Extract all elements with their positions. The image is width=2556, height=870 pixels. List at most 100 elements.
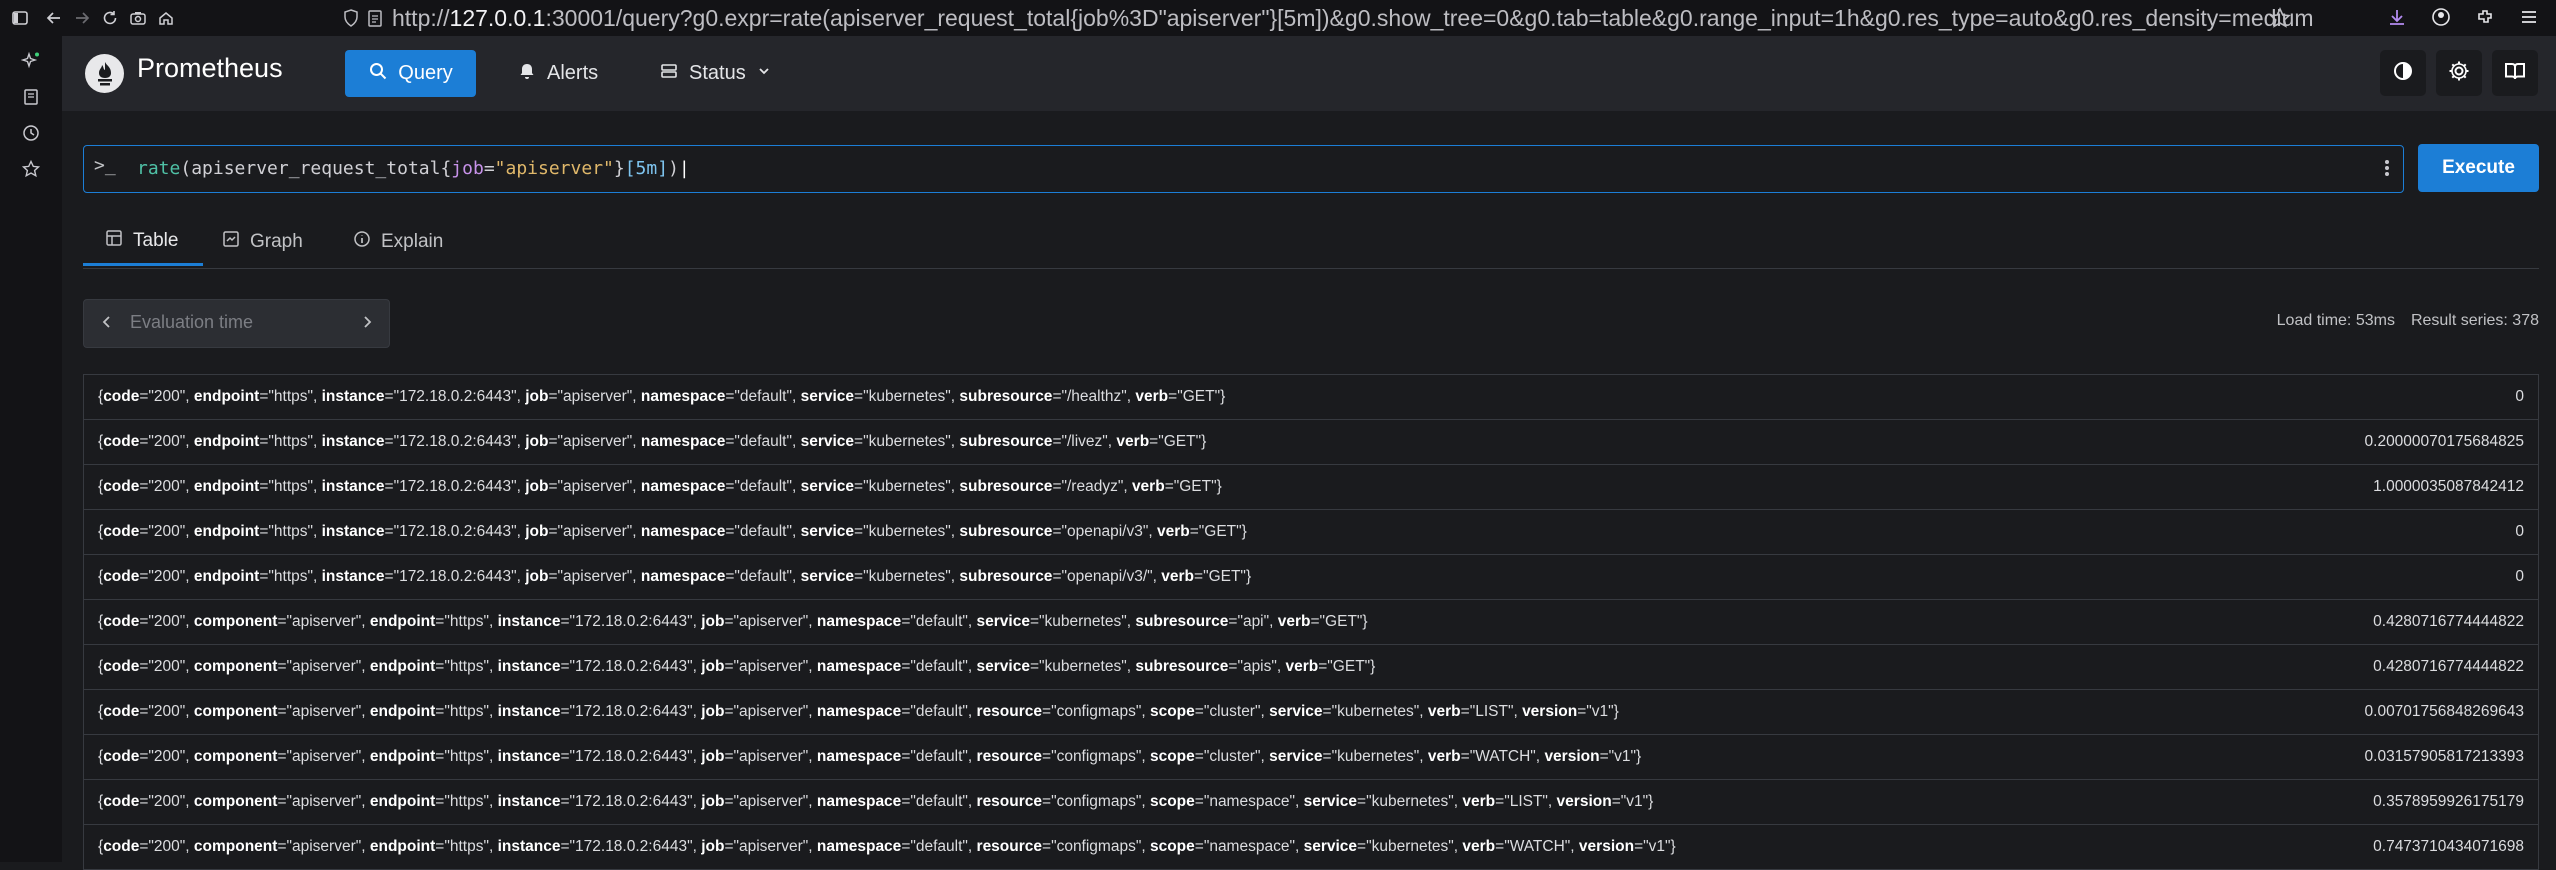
- label-name: verb: [1131, 478, 1165, 495]
- expr-label-name: job: [451, 158, 484, 179]
- series-labels: {code="200", endpoint="https", instance=…: [98, 568, 1252, 585]
- label-name: component: [193, 748, 278, 765]
- label-name: instance: [497, 658, 561, 675]
- app-brand[interactable]: Prometheus: [137, 53, 283, 84]
- label-value: ="apiserver",: [724, 613, 817, 630]
- label-name: job: [701, 838, 725, 855]
- home-icon[interactable]: [156, 8, 176, 28]
- expression-code[interactable]: rate(apiserver_request_total{job="apiser…: [137, 158, 690, 179]
- expr-eq: =: [483, 158, 495, 179]
- label-name: verb: [1161, 568, 1195, 585]
- sample-value: 0: [2515, 568, 2524, 585]
- label-name: endpoint: [193, 478, 260, 495]
- label-name: job: [701, 748, 725, 765]
- results-table: {code="200", endpoint="https", instance=…: [83, 374, 2539, 870]
- label-value: ="https",: [259, 478, 322, 495]
- label-name: service: [976, 658, 1030, 675]
- label-name: job: [525, 388, 549, 405]
- result-series-count: Result series: 378: [2410, 312, 2539, 329]
- download-icon[interactable]: [2386, 6, 2408, 28]
- label-name: instance: [497, 613, 561, 630]
- load-time: Load time: 53ms: [2276, 312, 2395, 329]
- label-value: ="default",: [725, 388, 801, 405]
- shield-icon[interactable]: [343, 8, 359, 33]
- address-bar[interactable]: http://127.0.0.1:30001/query?g0.expr=rat…: [392, 0, 2382, 36]
- label-name: code: [103, 658, 140, 675]
- label-value: ="172.18.0.2:6443",: [560, 748, 702, 765]
- label-value: ="openapi/v3",: [1052, 523, 1157, 540]
- tab-table[interactable]: Table: [83, 218, 203, 266]
- settings-button[interactable]: [2436, 50, 2482, 96]
- label-name: endpoint: [193, 388, 260, 405]
- label-name: instance: [321, 523, 385, 540]
- chevron-left-icon[interactable]: [100, 313, 114, 336]
- url-rest: :30001/query?g0.expr=rate(apiserver_requ…: [545, 4, 2314, 31]
- label-name: namespace: [816, 793, 902, 810]
- label-value: ="172.18.0.2:6443",: [560, 703, 702, 720]
- tab-explain[interactable]: Explain: [353, 218, 443, 266]
- label-name: endpoint: [369, 658, 436, 675]
- prometheus-logo-icon[interactable]: [85, 54, 124, 93]
- ai-sparkle-icon[interactable]: [20, 50, 42, 72]
- kebab-menu-icon[interactable]: [2383, 157, 2391, 184]
- label-value: ="172.18.0.2:6443",: [384, 568, 526, 585]
- tab-graph[interactable]: Graph: [222, 218, 303, 266]
- expression-input[interactable]: >_ rate(apiserver_request_total{job="api…: [83, 145, 2404, 193]
- evaluation-time-input[interactable]: Evaluation time: [130, 312, 253, 333]
- label-value: ="kubernetes",: [854, 523, 960, 540]
- label-value: ="default",: [725, 568, 801, 585]
- label-value: ="https",: [259, 568, 322, 585]
- account-icon[interactable]: [2430, 6, 2452, 28]
- label-name: verb: [1156, 523, 1190, 540]
- theme-toggle-button[interactable]: [2380, 50, 2426, 96]
- label-name: component: [193, 838, 278, 855]
- label-name: service: [1303, 838, 1358, 855]
- terminal-prompt-icon: >_: [94, 155, 116, 176]
- reload-icon[interactable]: [100, 8, 120, 28]
- chevron-down-icon: [756, 62, 772, 85]
- contrast-icon: [2392, 60, 2414, 87]
- label-name: resource: [976, 703, 1043, 720]
- label-value: ="https",: [435, 613, 498, 630]
- label-name: endpoint: [193, 568, 260, 585]
- nav-status-button[interactable]: Status: [659, 50, 772, 97]
- sidebar-toggle-icon[interactable]: [10, 8, 30, 28]
- history-icon[interactable]: [20, 122, 42, 144]
- label-name: instance: [321, 568, 385, 585]
- nav-alerts-button[interactable]: Alerts: [517, 50, 598, 97]
- label-value: ="apiserver",: [277, 748, 370, 765]
- nav-query-button[interactable]: Query: [345, 50, 476, 97]
- table-row: {code="200", endpoint="https", instance=…: [83, 555, 2539, 600]
- back-icon[interactable]: [44, 8, 64, 28]
- menu-icon[interactable]: [2518, 6, 2540, 28]
- label-name: version: [1522, 703, 1578, 720]
- label-name: service: [800, 433, 855, 450]
- label-value: ="kubernetes",: [1357, 838, 1463, 855]
- label-name: endpoint: [193, 523, 260, 540]
- screenshot-icon[interactable]: [128, 8, 148, 28]
- page-info-icon[interactable]: [367, 8, 383, 33]
- search-icon: [368, 61, 388, 87]
- label-name: service: [976, 613, 1030, 630]
- label-name: instance: [321, 388, 385, 405]
- chevron-right-icon[interactable]: [360, 313, 374, 336]
- series-labels: {code="200", component="apiserver", endp…: [98, 613, 1368, 630]
- label-name: verb: [1135, 388, 1169, 405]
- label-value: ="namespace",: [1194, 793, 1304, 810]
- series-labels: {code="200", endpoint="https", instance=…: [98, 433, 1207, 450]
- label-value: ="default",: [725, 478, 801, 495]
- docs-button[interactable]: [2492, 50, 2538, 96]
- reader-icon[interactable]: [20, 86, 42, 108]
- bookmark-star-icon[interactable]: [2269, 7, 2291, 34]
- label-value: ="apiserver",: [548, 433, 641, 450]
- forward-icon[interactable]: [72, 8, 92, 28]
- label-name: subresource: [959, 388, 1053, 405]
- extensions-icon[interactable]: [2474, 6, 2496, 28]
- label-name: service: [1269, 703, 1323, 720]
- label-name: scope: [1149, 838, 1195, 855]
- expr-metric: apiserver_request_total: [191, 158, 441, 179]
- execute-button[interactable]: Execute: [2418, 144, 2539, 192]
- label-value: ="cluster",: [1194, 703, 1270, 720]
- sample-value: 0.20000070175684825: [2364, 433, 2524, 450]
- bookmarks-icon[interactable]: [20, 158, 42, 180]
